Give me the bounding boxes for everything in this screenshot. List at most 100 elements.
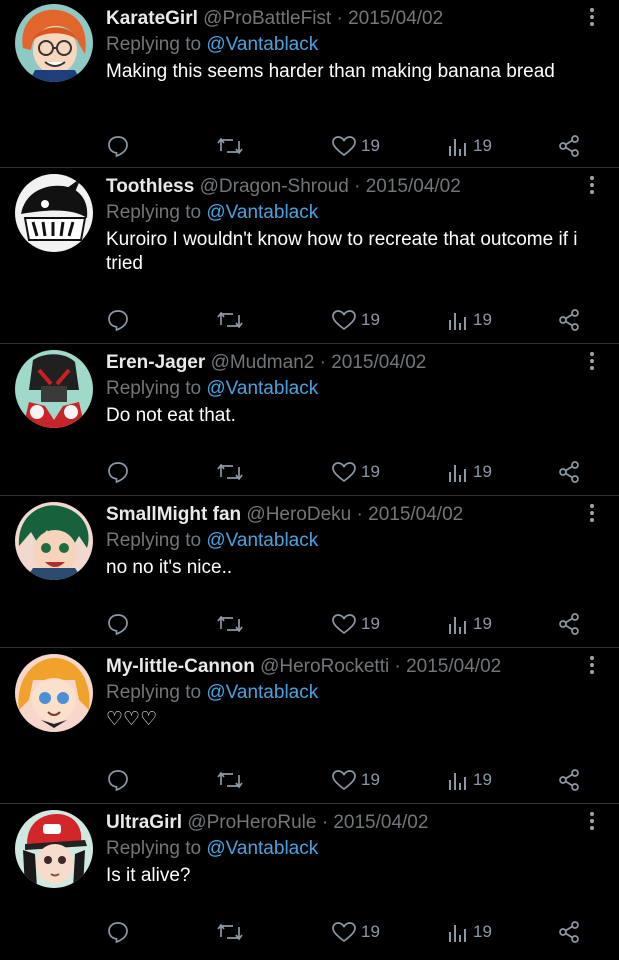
heart-icon	[332, 136, 356, 157]
reply-tweet[interactable]: SmallMight fan @HeroDeku · 2015/04/02 Re…	[0, 496, 619, 648]
reply-tweet[interactable]: UltraGirl @ProHeroRule · 2015/04/02 Repl…	[0, 804, 619, 960]
mention-link[interactable]: @Vantablack	[206, 34, 318, 55]
avatar[interactable]	[15, 810, 93, 888]
tweet-date[interactable]: 2015/04/02	[366, 176, 461, 197]
more-options-icon[interactable]	[589, 352, 595, 370]
avatar[interactable]	[15, 174, 93, 252]
views-count: 19	[473, 136, 492, 155]
mention-link[interactable]: @Vantablack	[206, 838, 318, 859]
avatar[interactable]	[15, 350, 93, 428]
action-bar: 19 19	[0, 766, 619, 794]
tweet-header: KarateGirl @ProBattleFist · 2015/04/02	[106, 6, 569, 32]
comment-icon	[108, 310, 128, 332]
retweet-button[interactable]	[216, 766, 244, 794]
tweet-date[interactable]: 2015/04/02	[333, 812, 428, 833]
tweet-date[interactable]: 2015/04/02	[368, 504, 463, 525]
share-icon	[559, 135, 579, 157]
views-button[interactable]: 19	[447, 766, 492, 794]
user-handle[interactable]: @ProBattleFist	[203, 8, 331, 29]
like-button[interactable]: 19	[331, 306, 380, 334]
action-bar: 19 19	[0, 918, 619, 946]
more-options-icon[interactable]	[589, 176, 595, 194]
comment-button[interactable]	[106, 458, 130, 486]
more-options-icon[interactable]	[589, 812, 595, 830]
display-name[interactable]: KarateGirl	[106, 8, 198, 29]
like-button[interactable]: 19	[331, 918, 380, 946]
more-options-icon[interactable]	[589, 656, 595, 674]
reply-tweet[interactable]: My-little-Cannon @HeroRocketti · 2015/04…	[0, 648, 619, 804]
like-button[interactable]: 19	[331, 458, 380, 486]
like-button[interactable]: 19	[331, 610, 380, 638]
more-options-icon[interactable]	[589, 504, 595, 522]
views-button[interactable]: 19	[447, 132, 492, 160]
tweet-text: Making this seems harder than making ban…	[106, 61, 555, 82]
avatar[interactable]	[15, 4, 93, 82]
mention-link[interactable]: @Vantablack	[206, 530, 318, 551]
avatar[interactable]	[15, 502, 93, 580]
like-count: 19	[361, 614, 380, 633]
share-button[interactable]	[557, 918, 581, 946]
user-handle[interactable]: @Dragon-Shroud	[200, 176, 349, 197]
tweet-date[interactable]: 2015/04/02	[331, 352, 426, 373]
comment-button[interactable]	[106, 306, 130, 334]
like-button[interactable]: 19	[331, 766, 380, 794]
more-options-icon[interactable]	[589, 8, 595, 26]
views-button[interactable]: 19	[447, 306, 492, 334]
user-handle[interactable]: @HeroDeku	[246, 504, 351, 525]
user-handle[interactable]: @ProHeroRule	[187, 812, 316, 833]
share-button[interactable]	[557, 306, 581, 334]
comment-icon	[108, 136, 128, 158]
retweet-button[interactable]	[216, 610, 244, 638]
retweet-button[interactable]	[216, 918, 244, 946]
retweet-button[interactable]	[216, 306, 244, 334]
comment-button[interactable]	[106, 610, 130, 638]
heart-icon	[332, 922, 356, 943]
analytics-icon	[449, 139, 466, 156]
share-button[interactable]	[557, 610, 581, 638]
display-name[interactable]: SmallMight fan	[106, 504, 241, 525]
tweet-header: SmallMight fan @HeroDeku · 2015/04/02	[106, 502, 569, 528]
separator: ·	[319, 352, 326, 373]
tweet-date[interactable]: 2015/04/02	[406, 656, 501, 677]
display-name[interactable]: Eren-Jager	[106, 352, 205, 373]
heart-icon	[332, 770, 356, 791]
comment-button[interactable]	[106, 132, 130, 160]
share-button[interactable]	[557, 132, 581, 160]
comment-button[interactable]	[106, 918, 130, 946]
reply-tweet[interactable]: Eren-Jager @Mudman2 · 2015/04/02 Replyin…	[0, 344, 619, 496]
mention-link[interactable]: @Vantablack	[206, 682, 318, 703]
reply-tweet[interactable]: KarateGirl @ProBattleFist · 2015/04/02 R…	[0, 0, 619, 168]
like-count: 19	[361, 310, 380, 329]
like-count: 19	[361, 462, 380, 481]
tweet-date[interactable]: 2015/04/02	[348, 8, 443, 29]
retweet-button[interactable]	[216, 458, 244, 486]
views-button[interactable]: 19	[447, 458, 492, 486]
views-count: 19	[473, 614, 492, 633]
share-button[interactable]	[557, 766, 581, 794]
separator: ·	[394, 656, 401, 677]
separator: ·	[321, 812, 329, 833]
avatar[interactable]	[15, 654, 93, 732]
display-name[interactable]: Toothless	[106, 176, 194, 197]
like-button[interactable]: 19	[331, 132, 380, 160]
share-button[interactable]	[557, 458, 581, 486]
analytics-icon	[449, 773, 466, 790]
views-button[interactable]: 19	[447, 918, 492, 946]
views-button[interactable]: 19	[447, 610, 492, 638]
analytics-icon	[449, 465, 466, 482]
mention-link[interactable]: @Vantablack	[206, 378, 318, 399]
views-count: 19	[473, 310, 492, 329]
comment-icon	[108, 462, 128, 484]
display-name[interactable]: UltraGirl	[106, 812, 182, 833]
retweet-button[interactable]	[216, 132, 244, 160]
user-handle[interactable]: @HeroRocketti	[260, 656, 389, 677]
retweet-icon	[217, 615, 243, 633]
display-name[interactable]: My-little-Cannon	[106, 656, 255, 677]
user-handle[interactable]: @Mudman2	[211, 352, 315, 373]
reply-tweet[interactable]: Toothless @Dragon-Shroud · 2015/04/02 Re…	[0, 168, 619, 344]
retweet-icon	[217, 137, 243, 155]
mention-link[interactable]: @Vantablack	[206, 202, 318, 223]
heart-icon	[332, 462, 356, 483]
comment-button[interactable]	[106, 766, 130, 794]
like-count: 19	[361, 136, 380, 155]
